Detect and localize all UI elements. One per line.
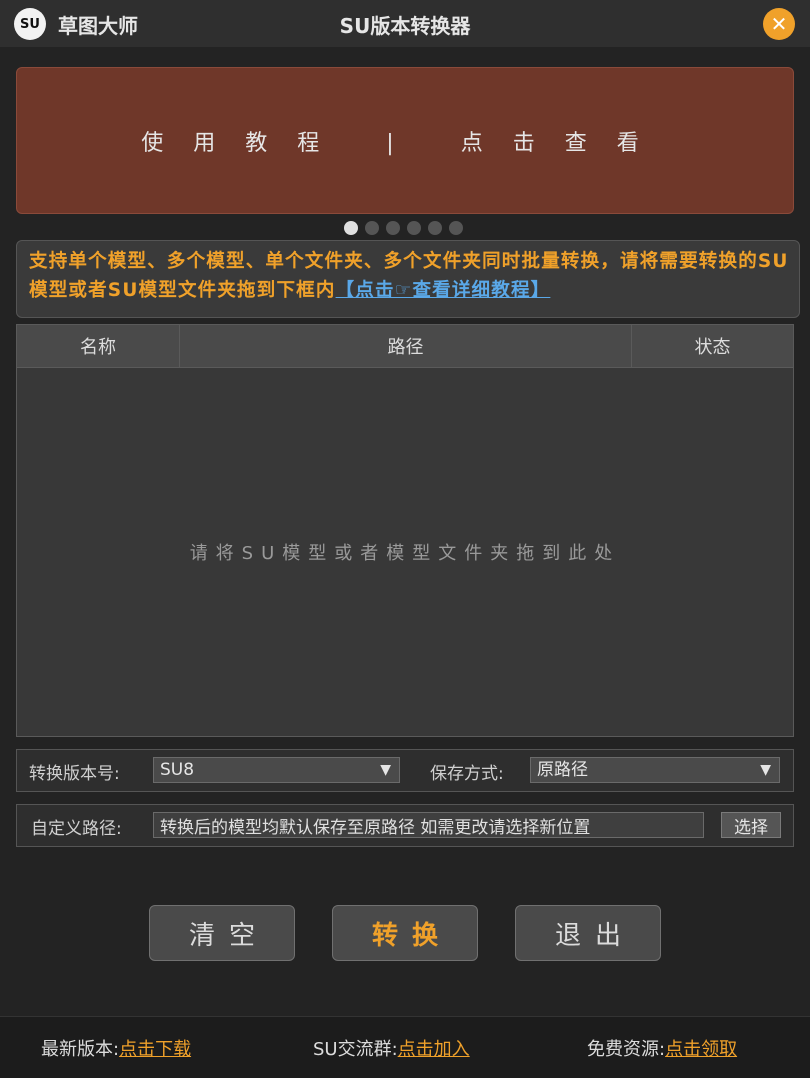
version-value: SU8 [160,760,195,780]
chevron-down-icon: ▼ [380,762,391,778]
custom-path-label: 自定义路径: [31,819,122,839]
column-status[interactable]: 状态 [632,325,793,367]
carousel-dot[interactable] [449,221,463,235]
choose-path-button[interactable]: 选择 [721,812,781,838]
exit-button[interactable]: 退出 [515,905,661,961]
instruction-notice: 支持单个模型、多个模型、单个文件夹、多个文件夹同时批量转换，请将需要转换的SU模… [16,240,800,318]
group-item: SU交流群:点击加入 [313,1035,470,1061]
free-resource-label: 免费资源: [587,1039,666,1060]
latest-version-item: 最新版本:点击下载 [41,1035,191,1061]
save-mode-select[interactable]: 原路径 ▼ [530,757,780,783]
save-mode-label: 保存方式: [430,764,504,784]
title-bar: SU 草图大师 SU版本转换器 ✕ [0,0,810,47]
tutorial-link[interactable]: 【点击☞查看详细教程】 [336,280,551,301]
clear-button[interactable]: 清空 [149,905,295,961]
carousel-dot[interactable] [407,221,421,235]
custom-path-row: 自定义路径: 选择 [16,804,794,847]
options-row: 转换版本号: SU8 ▼ 保存方式: 原路径 ▼ [16,749,794,792]
carousel-dot[interactable] [386,221,400,235]
save-mode-value: 原路径 [537,760,588,780]
carousel-dot[interactable] [344,221,358,235]
free-resource-item: 免费资源:点击领取 [587,1035,737,1061]
latest-version-label: 最新版本: [41,1039,120,1060]
chevron-down-icon: ▼ [760,762,771,778]
carousel-dots [344,221,463,235]
column-name[interactable]: 名称 [17,325,180,367]
version-select[interactable]: SU8 ▼ [153,757,400,783]
custom-path-input[interactable] [153,812,704,838]
list-header: 名称 路径 状态 [17,325,793,368]
drop-zone[interactable]: 请将SU模型或者模型文件夹拖到此处 [17,368,793,736]
convert-button[interactable]: 转换 [332,905,478,961]
carousel-dot[interactable] [365,221,379,235]
footer: 最新版本:点击下载 SU交流群:点击加入 免费资源:点击领取 [0,1016,810,1078]
version-label: 转换版本号: [29,764,120,784]
file-list[interactable]: 名称 路径 状态 请将SU模型或者模型文件夹拖到此处 [16,324,794,737]
claim-resource-link[interactable]: 点击领取 [665,1039,737,1060]
download-link[interactable]: 点击下载 [119,1039,191,1060]
tutorial-banner[interactable]: 使用教程 | 点击查看 [16,67,794,214]
column-path[interactable]: 路径 [180,325,632,367]
group-label: SU交流群: [313,1039,398,1060]
close-icon[interactable]: ✕ [763,8,795,40]
carousel-dot[interactable] [428,221,442,235]
join-group-link[interactable]: 点击加入 [398,1039,470,1060]
drop-zone-hint: 请将SU模型或者模型文件夹拖到此处 [189,543,621,564]
window-title: SU版本转换器 [339,14,471,38]
